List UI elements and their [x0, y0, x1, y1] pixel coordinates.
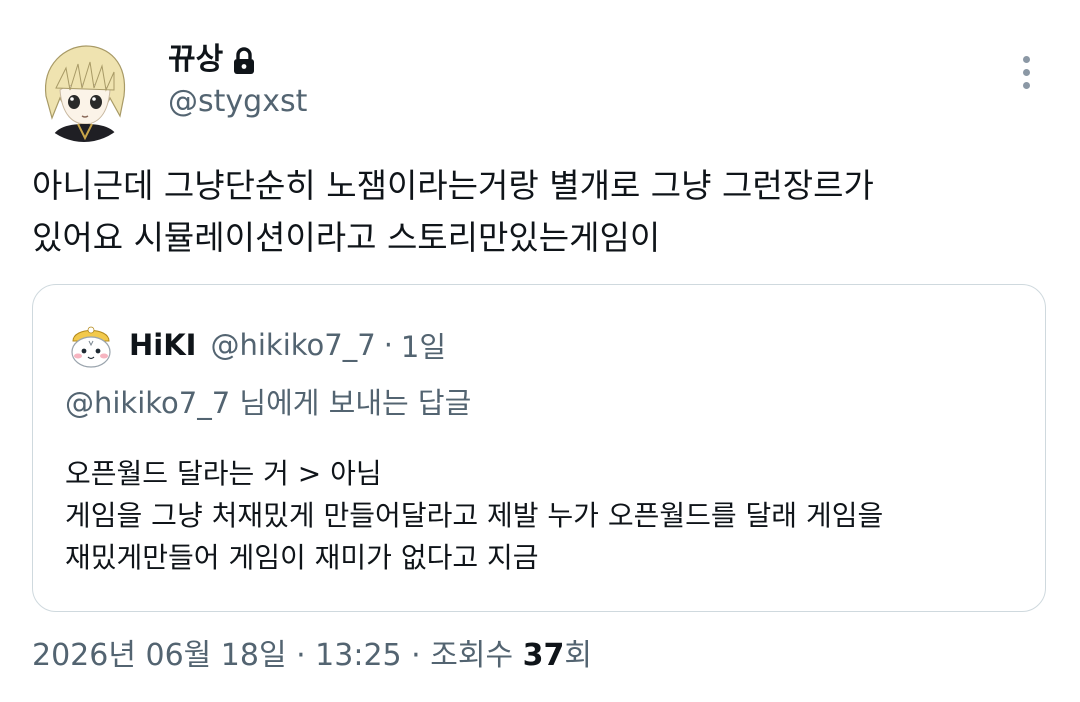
- quoted-text-line: 게임을 그냥 처재밌게 만들어달라고 제발 누가 오픈월드를 달래 게임을: [65, 499, 884, 532]
- tweet-text-line: 아니근데 그냥단순히 노잼이라는거랑 별개로 그냥 그런장르가: [32, 166, 874, 205]
- author-handle[interactable]: @stygxst: [168, 82, 307, 122]
- quoted-tweet-time[interactable]: 1일: [401, 324, 446, 366]
- separator: ·: [383, 328, 393, 362]
- quoted-tweet-card[interactable]: HiKI @hikiko7_7 · 1일 @hikiko7_7 님에게 보내는 …: [32, 284, 1046, 612]
- reply-to-label[interactable]: @hikiko7_7 님에게 보내는 답글: [65, 383, 471, 423]
- tweet-text: 아니근데 그냥단순히 노잼이라는거랑 별개로 그냥 그런장르가 있어요 시뮬레이…: [32, 160, 1042, 264]
- more-options-button[interactable]: [1008, 52, 1044, 92]
- quoted-author-name[interactable]: HiKI: [129, 328, 196, 362]
- views-count: 37: [522, 638, 565, 673]
- tweet: 뀨상 @stygxst 아니근데 그냥단순히 노잼이라는거랑 별개로 그냥 그런…: [0, 0, 1080, 702]
- quoted-author-avatar[interactable]: [65, 319, 117, 371]
- lock-icon: [231, 46, 257, 74]
- quoted-text-line: 재밌게만들어 게임이 재미가 없다고 지금: [65, 541, 539, 574]
- tweet-text-line: 있어요 시뮬레이션이라고 스토리만있는게임이: [32, 218, 661, 257]
- quoted-text-line: 오픈월드 달라는 거 > 아님: [65, 457, 382, 490]
- quoted-tweet-text: 오픈월드 달라는 거 > 아님 게임을 그냥 처재밌게 만들어달라고 제발 누가…: [65, 453, 883, 579]
- more-dot-icon: [1022, 68, 1030, 76]
- quoted-author-handle[interactable]: @hikiko7_7: [210, 328, 375, 362]
- quoted-tweet-header: HiKI @hikiko7_7 · 1일: [129, 323, 446, 367]
- more-dot-icon: [1022, 81, 1030, 89]
- author-name-text: 뀨상: [168, 42, 224, 77]
- author-display-name[interactable]: 뀨상: [168, 40, 257, 80]
- tweet-timestamp[interactable]: 2026년 06월 18일 · 13:25 · 조회수: [32, 638, 523, 673]
- views-suffix: 회: [564, 638, 592, 673]
- tweet-meta: 2026년 06월 18일 · 13:25 · 조회수 37회: [32, 636, 592, 676]
- more-dot-icon: [1022, 55, 1030, 63]
- author-avatar[interactable]: [32, 38, 136, 142]
